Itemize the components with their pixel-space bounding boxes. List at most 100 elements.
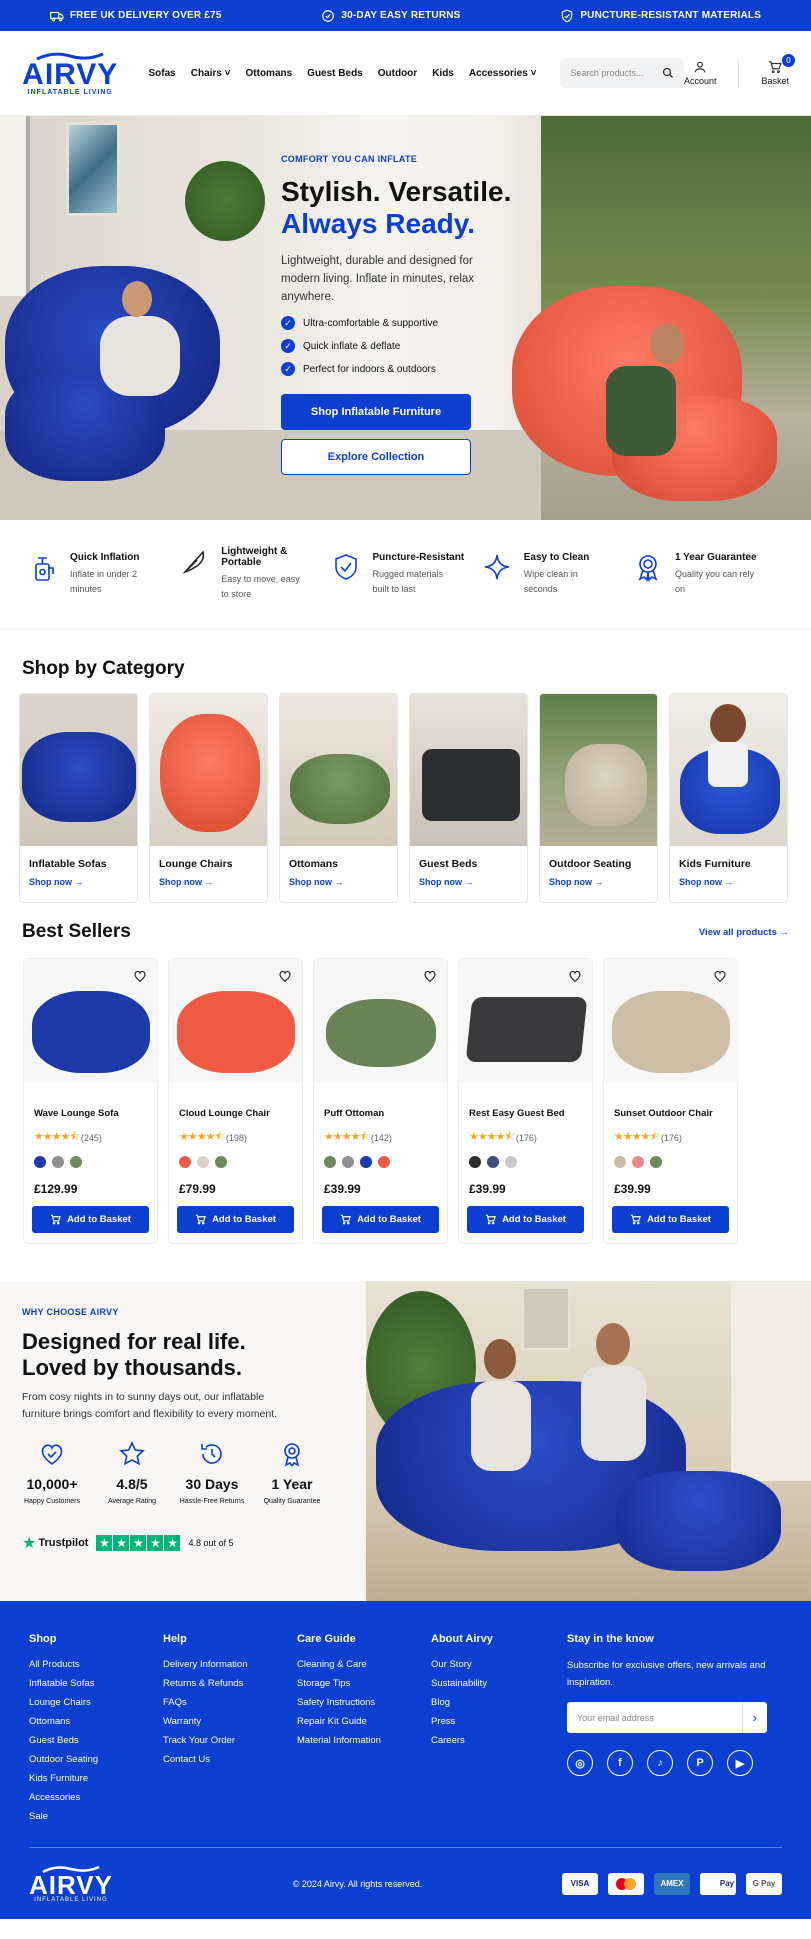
category-card-ottomans[interactable]: Ottomans Shop now → [279, 693, 398, 903]
product-name[interactable]: Rest Easy Guest Bed [469, 1108, 592, 1119]
explore-collection-button[interactable]: Explore Collection [281, 439, 471, 475]
footer-link[interactable]: Press [431, 1716, 565, 1727]
color-swatch[interactable] [197, 1156, 209, 1168]
heart-icon[interactable] [278, 969, 292, 983]
nav-chairs[interactable]: Chairs ˅ [191, 68, 231, 79]
product-card[interactable]: Wave Lounge Sofa ★★★★⯪ (245) £129.99 Add … [23, 958, 158, 1244]
email-field[interactable]: Your email address › [567, 1702, 767, 1733]
color-swatch[interactable] [632, 1156, 644, 1168]
footer-link[interactable]: Cleaning & Care [297, 1659, 431, 1670]
youtube-icon[interactable]: ▶ [727, 1750, 753, 1776]
product-name[interactable]: Sunset Outdoor Chair [614, 1108, 737, 1119]
color-swatch[interactable] [342, 1156, 354, 1168]
footer-link[interactable]: Accessories [29, 1792, 163, 1803]
footer-link[interactable]: Guest Beds [29, 1735, 163, 1746]
category-card-kids[interactable]: Kids Furniture Shop now → [669, 693, 788, 903]
color-swatch[interactable] [52, 1156, 64, 1168]
brand-logo[interactable]: AIRVY INFLATABLE LIVING [22, 51, 119, 96]
product-name[interactable]: Wave Lounge Sofa [34, 1108, 157, 1119]
color-swatch[interactable] [215, 1156, 227, 1168]
category-card-lounge-chairs[interactable]: Lounge Chairs Shop now → [149, 693, 268, 903]
nav-accessories[interactable]: Accessories ˅ [469, 68, 537, 79]
add-to-basket-button[interactable]: Add to Basket [177, 1206, 294, 1233]
shop-now-link[interactable]: Shop now → [159, 877, 267, 887]
add-to-basket-button[interactable]: Add to Basket [32, 1206, 149, 1233]
heart-icon[interactable] [568, 969, 582, 983]
nav-sofas[interactable]: Sofas [149, 68, 176, 79]
color-swatch[interactable] [378, 1156, 390, 1168]
color-swatch[interactable] [614, 1156, 626, 1168]
shop-now-link[interactable]: Shop now → [549, 877, 657, 887]
basket-count: 0 [782, 54, 795, 67]
footer-link[interactable]: Repair Kit Guide [297, 1716, 431, 1727]
color-swatch[interactable] [324, 1156, 336, 1168]
submit-arrow-icon[interactable]: › [741, 1702, 757, 1733]
footer-link[interactable]: Kids Furniture [29, 1773, 163, 1784]
footer-link[interactable]: Track Your Order [163, 1735, 297, 1746]
footer-link[interactable]: Safety Instructions [297, 1697, 431, 1708]
footer-link[interactable]: Warranty [163, 1716, 297, 1727]
color-swatch[interactable] [505, 1156, 517, 1168]
product-card[interactable]: Cloud Lounge Chair ★★★★⯪ (198) £79.99 Add… [168, 958, 303, 1244]
footer-link[interactable]: Sale [29, 1811, 163, 1822]
product-card[interactable]: Rest Easy Guest Bed ★★★★⯪ (176) £39.99 Ad… [458, 958, 593, 1244]
nav-ottomans[interactable]: Ottomans [246, 68, 293, 79]
shop-now-link[interactable]: Shop now → [29, 877, 137, 887]
footer-link[interactable]: Blog [431, 1697, 565, 1708]
category-card-guest-beds[interactable]: Guest Beds Shop now → [409, 693, 528, 903]
footer-link[interactable]: Careers [431, 1735, 565, 1746]
heart-icon[interactable] [423, 969, 437, 983]
shop-now-link[interactable]: Shop now → [419, 877, 527, 887]
footer-link[interactable]: Sustainability [431, 1678, 565, 1689]
nav-label: Accessories [468, 67, 528, 79]
category-card-outdoor[interactable]: Outdoor Seating Shop now → [539, 693, 658, 903]
shop-now-link[interactable]: Shop now → [289, 877, 397, 887]
shop-now-link[interactable]: Shop now → [679, 877, 787, 887]
pinterest-icon[interactable]: P [687, 1750, 713, 1776]
color-swatch[interactable] [360, 1156, 372, 1168]
heart-icon[interactable] [713, 969, 727, 983]
instagram-icon[interactable]: ◎ [567, 1750, 593, 1776]
view-all-link[interactable]: View all products → [699, 927, 789, 938]
search-icon[interactable] [662, 67, 674, 79]
color-swatch[interactable] [179, 1156, 191, 1168]
search-input[interactable]: Search products... [560, 58, 684, 88]
color-swatch[interactable] [70, 1156, 82, 1168]
footer-link[interactable]: Ottomans [29, 1716, 163, 1727]
category-card-sofas[interactable]: Inflatable Sofas Shop now → [19, 693, 138, 903]
shop-furniture-button[interactable]: Shop Inflatable Furniture [281, 394, 471, 430]
footer-link[interactable]: Storage Tips [297, 1678, 431, 1689]
nav-guest-beds[interactable]: Guest Beds [307, 68, 363, 79]
nav-kids[interactable]: Kids [432, 68, 454, 79]
add-to-basket-button[interactable]: Add to Basket [612, 1206, 729, 1233]
trustpilot-rating[interactable]: ★ Trustpilot ★ ★ ★ ★ ★ 4.8 out of 5 [22, 1533, 344, 1553]
add-to-basket-button[interactable]: Add to Basket [322, 1206, 439, 1233]
footer-link[interactable]: Returns & Refunds [163, 1678, 297, 1689]
product-name[interactable]: Cloud Lounge Chair [179, 1108, 302, 1119]
color-swatch[interactable] [34, 1156, 46, 1168]
heart-icon[interactable] [133, 969, 147, 983]
footer-link[interactable]: Lounge Chairs [29, 1697, 163, 1708]
footer-link[interactable]: All Products [29, 1659, 163, 1670]
promo-text: PUNCTURE-RESISTANT MATERIALS [580, 10, 762, 21]
account-button[interactable]: Account [684, 60, 716, 86]
color-swatch[interactable] [469, 1156, 481, 1168]
footer-link[interactable]: Inflatable Sofas [29, 1678, 163, 1689]
footer-link[interactable]: Outdoor Seating [29, 1754, 163, 1765]
product-name[interactable]: Puff Ottoman [324, 1108, 447, 1119]
tiktok-icon[interactable]: ♪ [647, 1750, 673, 1776]
footer-logo[interactable]: AIRVY INFLATABLE LIVING [29, 1865, 113, 1903]
nav-outdoor[interactable]: Outdoor [378, 68, 417, 79]
add-to-basket-button[interactable]: Add to Basket [467, 1206, 584, 1233]
facebook-icon[interactable]: f [607, 1750, 633, 1776]
footer-link[interactable]: Delivery Information [163, 1659, 297, 1670]
color-swatch[interactable] [650, 1156, 662, 1168]
footer-link[interactable]: Material Information [297, 1735, 431, 1746]
color-swatch[interactable] [487, 1156, 499, 1168]
product-card[interactable]: Sunset Outdoor Chair ★★★★⯪ (176) £39.99 A… [603, 958, 738, 1244]
footer-link[interactable]: Our Story [431, 1659, 565, 1670]
product-card[interactable]: Puff Ottoman ★★★★⯪ (142) £39.99 Add to Ba… [313, 958, 448, 1244]
footer-link[interactable]: FAQs [163, 1697, 297, 1708]
basket-button[interactable]: 0 Basket [761, 54, 795, 86]
footer-link[interactable]: Contact Us [163, 1754, 297, 1765]
